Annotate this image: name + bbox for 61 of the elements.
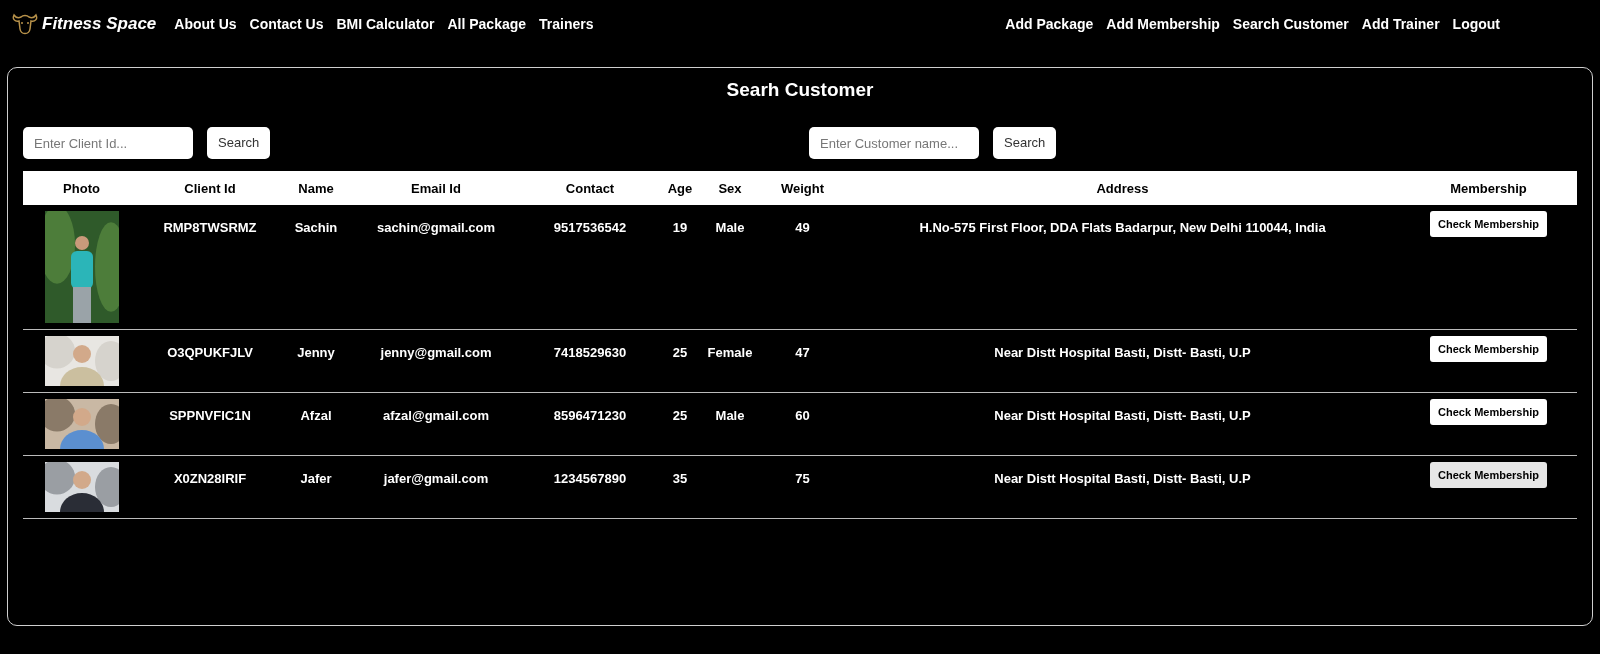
name-cell: Afzal xyxy=(300,408,332,423)
nav-link[interactable]: BMI Calculator xyxy=(336,13,435,35)
age-cell: 25 xyxy=(672,408,688,423)
column-header: Age xyxy=(667,181,693,196)
contact-cell: 7418529630 xyxy=(553,345,627,360)
column-header: Email Id xyxy=(411,181,461,196)
contact-cell: 1234567890 xyxy=(553,471,627,486)
column-header: Client Id xyxy=(184,181,236,196)
search-button[interactable]: Search xyxy=(993,127,1057,159)
email-cell: jenny@gmail.com xyxy=(380,345,492,360)
weight-cell: 60 xyxy=(795,408,810,423)
page-title: Searh Customer xyxy=(725,78,875,102)
column-header: Membership xyxy=(1450,181,1527,196)
nav-link[interactable]: All Package xyxy=(447,13,527,35)
email-cell: jafer@gmail.com xyxy=(383,471,489,486)
check-membership-button[interactable]: Check Membership xyxy=(1430,211,1547,238)
client-id-cell: O3QPUKFJLV xyxy=(167,345,253,360)
column-header: Contact xyxy=(565,181,615,196)
nav-link[interactable]: Search Customer xyxy=(1232,13,1349,35)
address-cell: Near Distt Hospital Basti, Distt- Basti, U.P xyxy=(994,345,1251,360)
nav-link[interactable]: Contact Us xyxy=(249,13,324,35)
column-header: Name xyxy=(298,181,334,196)
nav-link[interactable]: Logout xyxy=(1452,13,1500,35)
name-cell: Sachin xyxy=(294,220,338,235)
nav-link[interactable]: Add Membership xyxy=(1106,13,1220,35)
weight-cell: 49 xyxy=(795,220,810,235)
address-cell: Near Distt Hospital Basti, Distt- Basti, U.P xyxy=(994,471,1251,486)
client-id-field[interactable]: Enter Client Id... xyxy=(23,127,193,159)
check-membership-button[interactable]: Check Membership xyxy=(1430,462,1547,489)
sex-cell: Female xyxy=(707,345,753,360)
client-id-cell: SPPNVFIC1N xyxy=(169,408,251,423)
nav-link[interactable]: Trainers xyxy=(539,13,594,35)
check-membership-button[interactable]: Check Membership xyxy=(1430,399,1547,426)
client-id-cell: RMP8TWSRMZ xyxy=(163,220,257,235)
column-header: Photo xyxy=(63,181,100,196)
age-cell: 25 xyxy=(672,345,688,360)
age-cell: 19 xyxy=(672,220,688,235)
nav-link[interactable]: Add Package xyxy=(1005,13,1094,35)
nav-link[interactable]: Add Trainer xyxy=(1361,13,1440,35)
brand-link[interactable]: Fitness Space xyxy=(42,11,157,37)
nav-link[interactable]: About Us xyxy=(174,13,237,35)
weight-cell: 47 xyxy=(795,345,810,360)
column-header: Address xyxy=(1096,181,1149,196)
column-header: Sex xyxy=(718,181,742,196)
age-cell: 35 xyxy=(672,471,688,486)
name-cell: Jenny xyxy=(297,345,335,360)
check-membership-button[interactable]: Check Membership xyxy=(1430,336,1547,363)
sex-cell: Male xyxy=(715,408,745,423)
weight-cell: 75 xyxy=(795,471,810,486)
customer-name-field[interactable]: Enter Customer name... xyxy=(809,127,979,159)
name-cell: Jafer xyxy=(300,471,332,486)
client-id-cell: X0ZN28IRIF xyxy=(173,471,247,486)
contact-cell: 8596471230 xyxy=(553,408,627,423)
sex-cell: Male xyxy=(715,220,745,235)
email-cell: sachin@gmail.com xyxy=(376,220,496,235)
contact-cell: 9517536542 xyxy=(553,220,627,235)
column-header: Weight xyxy=(780,181,825,196)
address-cell: Near Distt Hospital Basti, Distt- Basti, U.P xyxy=(994,408,1251,423)
search-button[interactable]: Search xyxy=(207,127,271,159)
address-cell: H.No-575 First Floor, DDA Flats Badarpur, New Delhi 110044, India xyxy=(919,220,1326,235)
email-cell: afzal@gmail.com xyxy=(383,408,489,423)
